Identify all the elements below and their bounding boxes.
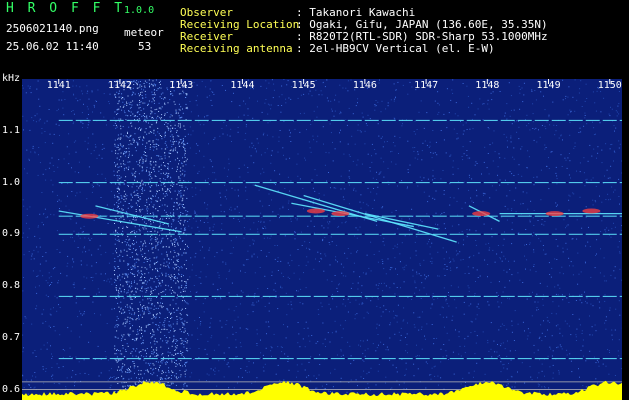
x-tick-label: 1149 bbox=[536, 80, 561, 91]
meteor-trace bbox=[291, 202, 414, 228]
app-version: 1.0.0 bbox=[124, 5, 155, 16]
x-tick-label: 1145 bbox=[291, 80, 316, 91]
meteor-echo bbox=[472, 211, 491, 217]
y-tick-label: 0.7 bbox=[2, 331, 21, 343]
header-panel: H R O F F T 1.0.0 2506021140.png meteor … bbox=[0, 0, 629, 72]
app-title: H R O F F T bbox=[6, 1, 126, 16]
meteor-echo bbox=[582, 208, 601, 214]
x-tick-label: 1147 bbox=[414, 80, 439, 91]
date-time: 25.06.02 11:40 bbox=[6, 40, 99, 53]
x-tick-label: 1143 bbox=[169, 80, 194, 91]
meteor-echo bbox=[331, 211, 350, 217]
meteor-echo bbox=[80, 213, 99, 219]
x-tick-label: 1150 bbox=[597, 80, 622, 91]
x-tick-label: 1148 bbox=[475, 80, 500, 91]
detect-label: meteor bbox=[124, 26, 164, 39]
spectrogram bbox=[22, 79, 622, 400]
meteor-echo bbox=[545, 211, 564, 217]
x-tick-label: 1146 bbox=[352, 80, 377, 91]
noise-layer bbox=[22, 79, 622, 400]
x-tick-label: 1142 bbox=[107, 80, 133, 91]
y-tick-label: 1.0 bbox=[2, 176, 21, 188]
y-tick-label: 0.6 bbox=[2, 383, 21, 395]
y-axis-label: kHz bbox=[2, 73, 21, 84]
meteor-trace bbox=[58, 210, 182, 233]
y-tick-label: 1.1 bbox=[2, 124, 21, 136]
spectrogram-canvas bbox=[22, 79, 622, 400]
y-tick-label: 0.9 bbox=[2, 228, 21, 240]
power-profile bbox=[22, 380, 622, 400]
x-tick-label: 1144 bbox=[230, 80, 255, 91]
meteor-trace bbox=[95, 205, 170, 225]
detect-count: 53 bbox=[138, 40, 152, 53]
info-label-antenna: Receiving antenna bbox=[180, 42, 293, 55]
x-tick-label: 1141 bbox=[46, 80, 71, 91]
y-tick-label: 0.8 bbox=[2, 280, 21, 292]
meteor-trace bbox=[303, 194, 457, 243]
file-name: 2506021140.png bbox=[6, 22, 99, 35]
info-value-antenna: : 2el-HB9CV Vertical (el. E-W) bbox=[296, 42, 495, 55]
meteor-echo bbox=[306, 208, 325, 214]
